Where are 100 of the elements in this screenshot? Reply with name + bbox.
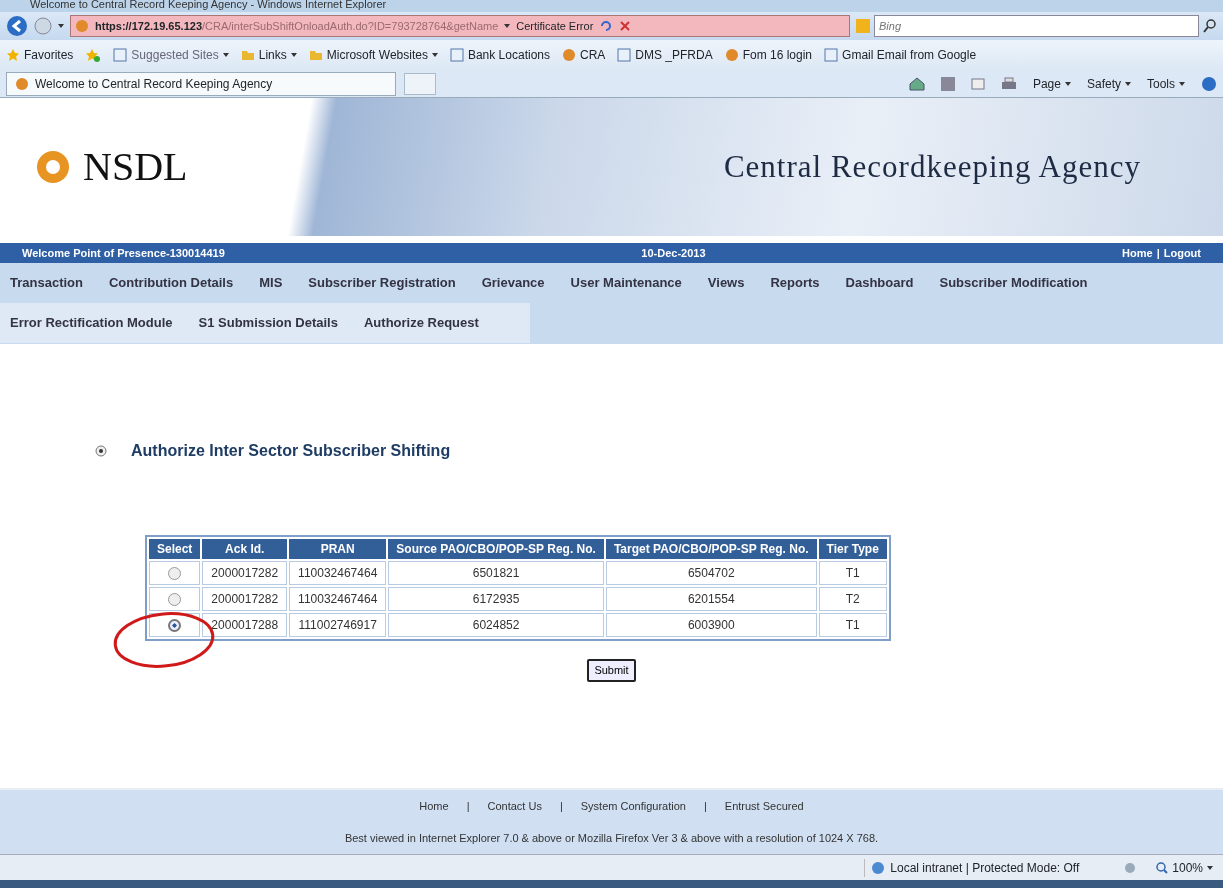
caret-icon[interactable] bbox=[504, 24, 511, 28]
table-cell: 6172935 bbox=[388, 587, 604, 611]
menu-item[interactable]: MIS bbox=[259, 273, 283, 293]
footer-link[interactable]: Home bbox=[419, 797, 449, 815]
favorite-link[interactable]: Suggested Sites bbox=[131, 46, 219, 64]
menu-item[interactable]: Views bbox=[707, 273, 745, 293]
page-icon bbox=[113, 48, 128, 62]
close-icon[interactable] bbox=[619, 20, 632, 32]
caret-icon[interactable] bbox=[1207, 865, 1213, 870]
table-cell: 2000017282 bbox=[202, 587, 288, 611]
column-header: PRAN bbox=[289, 539, 387, 559]
command-menu[interactable]: Safety bbox=[1086, 74, 1121, 93]
caret-icon[interactable] bbox=[431, 53, 438, 57]
logo-icon bbox=[35, 149, 71, 185]
table-cell: 111002746917 bbox=[289, 613, 387, 637]
caret-icon[interactable] bbox=[222, 53, 229, 57]
logo-text: NSDL bbox=[83, 143, 188, 191]
column-header: Tier Type bbox=[818, 539, 887, 559]
command-menu[interactable]: Tools bbox=[1147, 74, 1175, 93]
page-icon bbox=[449, 48, 464, 62]
caret-icon[interactable] bbox=[58, 24, 64, 28]
table-cell: 2000017288 bbox=[202, 613, 288, 637]
table-cell: T2 bbox=[818, 587, 887, 611]
radio-button[interactable] bbox=[168, 619, 182, 633]
menu-item[interactable]: Error Rectification Module bbox=[10, 313, 173, 333]
footer-link[interactable]: Entrust Secured bbox=[724, 797, 804, 815]
refresh-icon[interactable] bbox=[599, 19, 614, 33]
globe-icon bbox=[871, 860, 886, 875]
menu-item[interactable]: Reports bbox=[770, 273, 820, 293]
home-icon[interactable] bbox=[908, 76, 925, 91]
header-link[interactable]: Home bbox=[1122, 244, 1153, 262]
favorite-link[interactable]: Links bbox=[258, 46, 287, 64]
menu-item[interactable]: Subscriber Modification bbox=[939, 273, 1088, 293]
menu-item[interactable]: Dashboard bbox=[845, 273, 914, 293]
caret-icon[interactable] bbox=[1179, 81, 1185, 86]
site-title: Central Recordkeeping Agency bbox=[723, 147, 1141, 186]
welcome-text: Welcome Point of Presence-130014419 bbox=[22, 245, 225, 261]
star-icon bbox=[6, 48, 20, 62]
favorites-button[interactable]: Favorites bbox=[24, 46, 74, 64]
search-engine-icon bbox=[856, 19, 870, 33]
address-field[interactable]: https://172.19.65.123/CRA/interSubShiftOnloadAuth.do?ID=793728764&getName Certificate Error bbox=[70, 15, 850, 37]
address-text: https://172.19.65.123/CRA/interSubShiftOnloadAuth.do?ID=793728764&getName bbox=[95, 18, 499, 34]
favorite-link[interactable]: Gmail Email from Google bbox=[842, 46, 977, 64]
radio-button[interactable] bbox=[168, 593, 182, 607]
favorite-link[interactable]: DMS _PFRDA bbox=[635, 46, 713, 64]
zoom-level[interactable]: 100% bbox=[1172, 858, 1203, 877]
favorite-link[interactable]: Bank Locations bbox=[467, 46, 550, 64]
favorite-link[interactable]: CRA bbox=[580, 46, 606, 64]
search-field[interactable]: Bing bbox=[874, 15, 1199, 37]
site-icon bbox=[15, 76, 29, 91]
site-icon bbox=[562, 48, 576, 62]
page-heading: Authorize Inter Sector Subscriber Shifting bbox=[131, 441, 451, 461]
caret-icon[interactable] bbox=[1125, 81, 1131, 86]
table-cell: 2000017282 bbox=[202, 561, 288, 585]
table-cell: 6501821 bbox=[388, 561, 604, 585]
folder-icon bbox=[240, 48, 255, 62]
column-header: Source PAO/CBO/POP-SP Reg. No. bbox=[388, 539, 604, 559]
folder-icon bbox=[308, 48, 323, 62]
date-text: 10-Dec-2013 bbox=[641, 245, 706, 261]
print-icon[interactable] bbox=[1000, 76, 1017, 91]
menu-item[interactable]: Transaction bbox=[10, 273, 83, 293]
favorite-link[interactable]: Fom 16 login bbox=[742, 46, 813, 64]
window-title: Welcome to Central Record Keeping Agency - Windows Internet Explorer bbox=[0, 0, 1223, 12]
back-button-icon[interactable] bbox=[6, 15, 28, 37]
footer-link[interactable]: Contact Us bbox=[487, 797, 542, 815]
footer-link[interactable]: System Configuration bbox=[580, 797, 686, 815]
column-header: Ack Id. bbox=[202, 539, 288, 559]
separator-text: | bbox=[466, 798, 470, 814]
submit-button[interactable]: Submit bbox=[587, 659, 636, 682]
browser-tab[interactable]: Welcome to Central Record Keeping Agency bbox=[6, 71, 396, 96]
page-icon bbox=[617, 48, 632, 62]
caret-icon[interactable] bbox=[1064, 81, 1071, 86]
menu-item[interactable]: User Maintenance bbox=[570, 273, 682, 293]
certificate-error-label[interactable]: Certificate Error bbox=[516, 17, 594, 35]
menu-item[interactable]: Authorize Request bbox=[363, 313, 479, 333]
caret-icon[interactable] bbox=[290, 53, 297, 57]
add-favorite-icon[interactable] bbox=[85, 48, 102, 62]
menu-item[interactable]: S1 Submission Details bbox=[198, 313, 338, 333]
menu-item[interactable]: Contribution Details bbox=[108, 273, 234, 293]
separator-text: | bbox=[1156, 245, 1160, 261]
help-icon[interactable] bbox=[1201, 75, 1217, 92]
table-cell: 6003900 bbox=[605, 613, 817, 637]
table-cell: T1 bbox=[818, 613, 887, 637]
header-link[interactable]: Logout bbox=[1163, 244, 1201, 262]
table-cell: 110032467464 bbox=[289, 587, 387, 611]
zone-text: Local intranet | Protected Mode: Off bbox=[890, 859, 1080, 877]
table-cell: 6201554 bbox=[605, 587, 817, 611]
table-cell: 110032467464 bbox=[289, 561, 387, 585]
radio-button[interactable] bbox=[168, 567, 182, 581]
separator-text: | bbox=[703, 798, 707, 814]
menu-item[interactable]: Grievance bbox=[481, 273, 545, 293]
favorite-link[interactable]: Microsoft Websites bbox=[326, 46, 428, 64]
command-menu[interactable]: Page bbox=[1032, 74, 1061, 93]
footer-note: Best viewed in Internet Explorer 7.0 & above or Mozilla Firefox Ver 3 & above with a resolution of 1024 X 768. bbox=[344, 830, 879, 846]
separator-text: | bbox=[559, 798, 563, 814]
forward-button-icon[interactable] bbox=[34, 17, 52, 35]
menu-item[interactable]: Subscriber Registration bbox=[308, 273, 456, 293]
column-header: Select bbox=[149, 539, 201, 559]
search-icon[interactable] bbox=[1203, 19, 1217, 33]
column-header: Target PAO/CBO/POP-SP Reg. No. bbox=[605, 539, 817, 559]
